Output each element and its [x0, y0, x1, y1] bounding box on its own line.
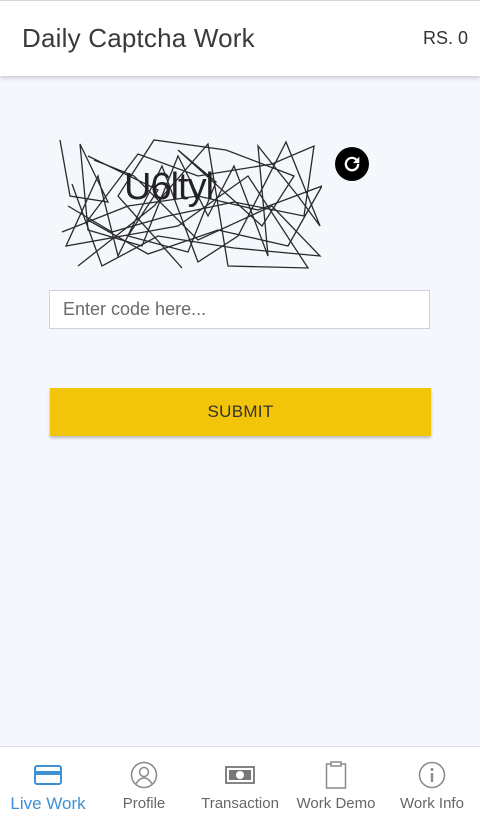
- refresh-captcha-button[interactable]: [335, 147, 369, 181]
- info-icon: [417, 761, 447, 789]
- bottom-navigation: Live Work Profile Transaction Work Demo …: [0, 746, 480, 822]
- submit-button[interactable]: SUBMIT: [50, 388, 431, 436]
- clipboard-icon: [321, 761, 351, 789]
- app-header: Daily Captcha Work RS. 0: [0, 0, 480, 76]
- nav-label-work-info: Work Info: [400, 795, 464, 812]
- money-icon: [225, 761, 255, 789]
- nav-item-profile[interactable]: Profile: [96, 747, 192, 822]
- nav-item-work-info[interactable]: Work Info: [384, 747, 480, 822]
- nav-label-transaction: Transaction: [201, 795, 279, 812]
- nav-label-work-demo: Work Demo: [296, 795, 376, 812]
- captcha-image: U6ltyl: [58, 136, 322, 272]
- page-title: Daily Captcha Work: [22, 23, 255, 53]
- user-icon: [129, 761, 159, 789]
- balance-label: RS. 0: [422, 28, 468, 48]
- refresh-icon: [344, 156, 360, 172]
- nav-label-profile: Profile: [122, 795, 166, 812]
- nav-item-live-work[interactable]: Live Work: [0, 747, 96, 822]
- nav-item-transaction[interactable]: Transaction: [192, 747, 288, 822]
- card-icon: [33, 761, 63, 789]
- nav-label-live-work: Live Work: [10, 794, 86, 813]
- nav-item-work-demo[interactable]: Work Demo: [288, 747, 384, 822]
- captcha-text: U6ltyl: [124, 166, 214, 208]
- captcha-code-input[interactable]: [49, 290, 430, 329]
